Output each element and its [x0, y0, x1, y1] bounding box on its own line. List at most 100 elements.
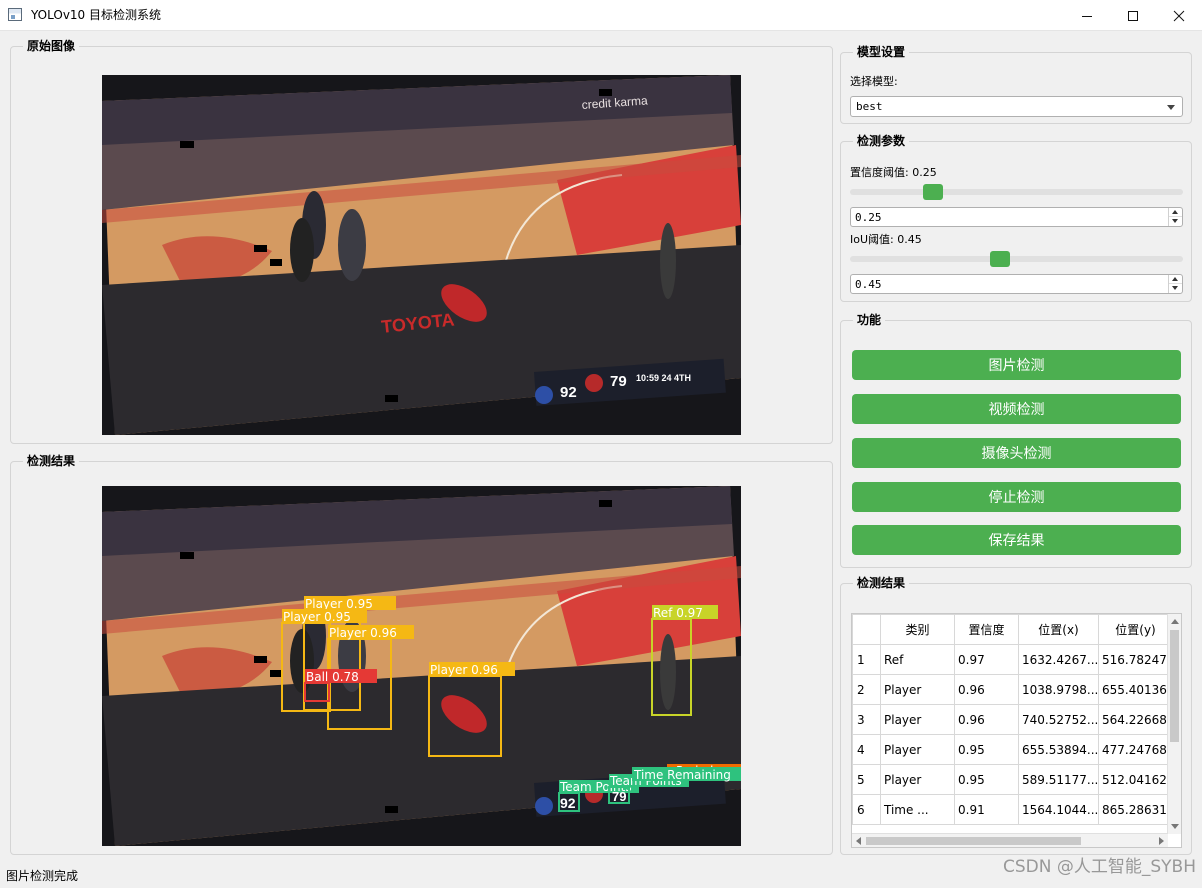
vertical-scroll-thumb[interactable] — [1170, 630, 1179, 742]
cell-y: 655.40136... — [1098, 674, 1173, 705]
cell-confidence: 0.95 — [954, 764, 1019, 795]
scoreboard-home-score: 92 — [560, 384, 577, 401]
result-image-group: 检测结果 Player 0.95 Player 0.95 Player 0.96… — [10, 453, 833, 855]
model-settings-title: 模型设置 — [853, 44, 910, 60]
cell-class: Player — [880, 674, 955, 705]
cell-class: Ref — [880, 644, 955, 675]
original-image-title: 原始图像 — [23, 38, 80, 54]
table-row[interactable]: 6 Time ... 0.91 1564.1044... 865.28631..… — [852, 794, 1173, 825]
minimize-icon — [1082, 15, 1092, 17]
horizontal-scroll-thumb[interactable] — [866, 837, 1081, 845]
detection-label: Time Remaining — [633, 768, 731, 782]
maximize-button[interactable] — [1110, 0, 1156, 31]
detection-label: Player 0.95 — [305, 597, 373, 611]
iou-spinbox[interactable]: 0.45 — [850, 274, 1183, 294]
watermark: CSDN @人工智能_SYBH — [1003, 857, 1196, 877]
cell-confidence: 0.96 — [954, 704, 1019, 735]
spin-down-icon[interactable] — [1169, 217, 1182, 226]
model-select[interactable]: best — [850, 96, 1183, 117]
cell-class: Player — [880, 764, 955, 795]
camera-detect-button[interactable]: 摄像头检测 — [852, 438, 1181, 468]
close-button[interactable] — [1156, 0, 1202, 31]
model-settings-group: 模型设置 选择模型: best — [840, 44, 1192, 124]
cell-confidence: 0.96 — [954, 674, 1019, 705]
iou-label: IoU阈值: 0.45 — [850, 233, 922, 246]
cell-x: 1564.1044... — [1018, 794, 1099, 825]
close-icon — [1173, 10, 1185, 21]
scoreboard-away-score: 79 — [612, 789, 626, 804]
iou-slider[interactable] — [850, 251, 1183, 267]
column-header-class[interactable]: 类别 — [880, 614, 955, 645]
spin-down-icon[interactable] — [1169, 284, 1182, 293]
row-number: 4 — [852, 734, 881, 765]
table-row[interactable]: 5 Player 0.95 589.51177... 512.04162... — [852, 764, 1173, 795]
cell-y: 477.24768... — [1098, 734, 1173, 765]
table-row[interactable]: 3 Player 0.96 740.52752... 564.22668... — [852, 704, 1173, 735]
table-corner[interactable] — [852, 614, 881, 645]
column-header-x[interactable]: 位置(x) — [1018, 614, 1099, 645]
stop-detect-button[interactable]: 停止检测 — [852, 482, 1181, 512]
scroll-up-icon[interactable] — [1171, 619, 1179, 624]
results-table-title: 检测结果 — [853, 575, 910, 591]
results-table-area[interactable]: 类别 置信度 位置(x) 位置(y) 1 Ref 0.97 1632.4267.… — [851, 613, 1182, 848]
court-scene-result — [102, 486, 741, 846]
results-table: 类别 置信度 位置(x) 位置(y) 1 Ref 0.97 1632.4267.… — [852, 614, 1173, 825]
status-bar-text: 图片检测完成 — [6, 869, 79, 883]
confidence-slider-handle[interactable] — [923, 184, 944, 200]
spin-up-icon[interactable] — [1169, 208, 1182, 217]
table-row[interactable]: 2 Player 0.96 1038.9798... 655.40136... — [852, 674, 1173, 705]
title-bar: YOLOv10 目标检测系统 — [0, 0, 1202, 31]
iou-value: 0.45 — [855, 278, 882, 291]
cell-x: 589.51177... — [1018, 764, 1099, 795]
window-title: YOLOv10 目标检测系统 — [31, 8, 162, 22]
table-horizontal-scrollbar[interactable] — [852, 833, 1168, 847]
video-detect-button[interactable]: 视频检测 — [852, 394, 1181, 424]
confidence-label: 置信度阈值: 0.25 — [850, 166, 937, 179]
confidence-spinbox[interactable]: 0.25 — [850, 207, 1183, 227]
chevron-down-icon — [1167, 105, 1175, 110]
scroll-right-icon[interactable] — [1159, 837, 1164, 845]
column-header-confidence[interactable]: 置信度 — [954, 614, 1019, 645]
result-image-title: 检测结果 — [23, 453, 80, 469]
row-number: 3 — [852, 704, 881, 735]
court-scene: 92 79 10:59 24 4TH TOYOTA credit karma — [102, 75, 741, 435]
row-number: 2 — [852, 674, 881, 705]
image-detect-button[interactable]: 图片检测 — [852, 350, 1181, 380]
detection-label: Ref 0.97 — [653, 606, 703, 620]
row-number: 1 — [852, 644, 881, 675]
detection-label: Player 0.95 — [283, 610, 351, 624]
cell-y: 865.28631... — [1098, 794, 1173, 825]
table-header-row: 类别 置信度 位置(x) 位置(y) — [852, 614, 1173, 645]
model-select-value: best — [856, 100, 883, 113]
column-header-y[interactable]: 位置(y) — [1098, 614, 1173, 645]
app-icon — [8, 8, 22, 21]
scroll-down-icon[interactable] — [1171, 824, 1179, 829]
confidence-slider[interactable] — [850, 184, 1183, 200]
cell-class: Player — [880, 704, 955, 735]
detection-label: Ball 0.78 — [306, 670, 359, 684]
result-image: Player 0.95 Player 0.95 Player 0.96 Ball… — [102, 486, 741, 846]
table-vertical-scrollbar[interactable] — [1167, 614, 1181, 834]
cell-class: Time ... — [880, 794, 955, 825]
cell-confidence: 0.91 — [954, 794, 1019, 825]
functions-group: 功能 图片检测 视频检测 摄像头检测 停止检测 保存结果 — [840, 312, 1192, 568]
detection-params-group: 检测参数 置信度阈值: 0.25 0.25 IoU阈值: 0.45 0.45 — [840, 133, 1192, 302]
iou-slider-handle[interactable] — [989, 251, 1010, 267]
scoreboard-clock: 10:59 24 4TH — [636, 373, 691, 383]
model-select-label: 选择模型: — [850, 75, 898, 88]
cell-confidence: 0.97 — [954, 644, 1019, 675]
detection-label: Player 0.96 — [430, 663, 498, 677]
table-row[interactable]: 1 Ref 0.97 1632.4267... 516.78247... — [852, 644, 1173, 675]
cell-x: 740.52752... — [1018, 704, 1099, 735]
minimize-button[interactable] — [1064, 0, 1110, 31]
cell-class: Player — [880, 734, 955, 765]
table-row[interactable]: 4 Player 0.95 655.53894... 477.24768... — [852, 734, 1173, 765]
scroll-left-icon[interactable] — [856, 837, 861, 845]
spin-up-icon[interactable] — [1169, 275, 1182, 284]
original-image: 92 79 10:59 24 4TH TOYOTA credit karma — [102, 75, 741, 435]
scoreboard-away-score: 79 — [610, 373, 627, 390]
save-result-button[interactable]: 保存结果 — [852, 525, 1181, 555]
detection-label: Player 0.96 — [329, 626, 397, 640]
cell-y: 516.78247... — [1098, 644, 1173, 675]
cell-x: 655.53894... — [1018, 734, 1099, 765]
